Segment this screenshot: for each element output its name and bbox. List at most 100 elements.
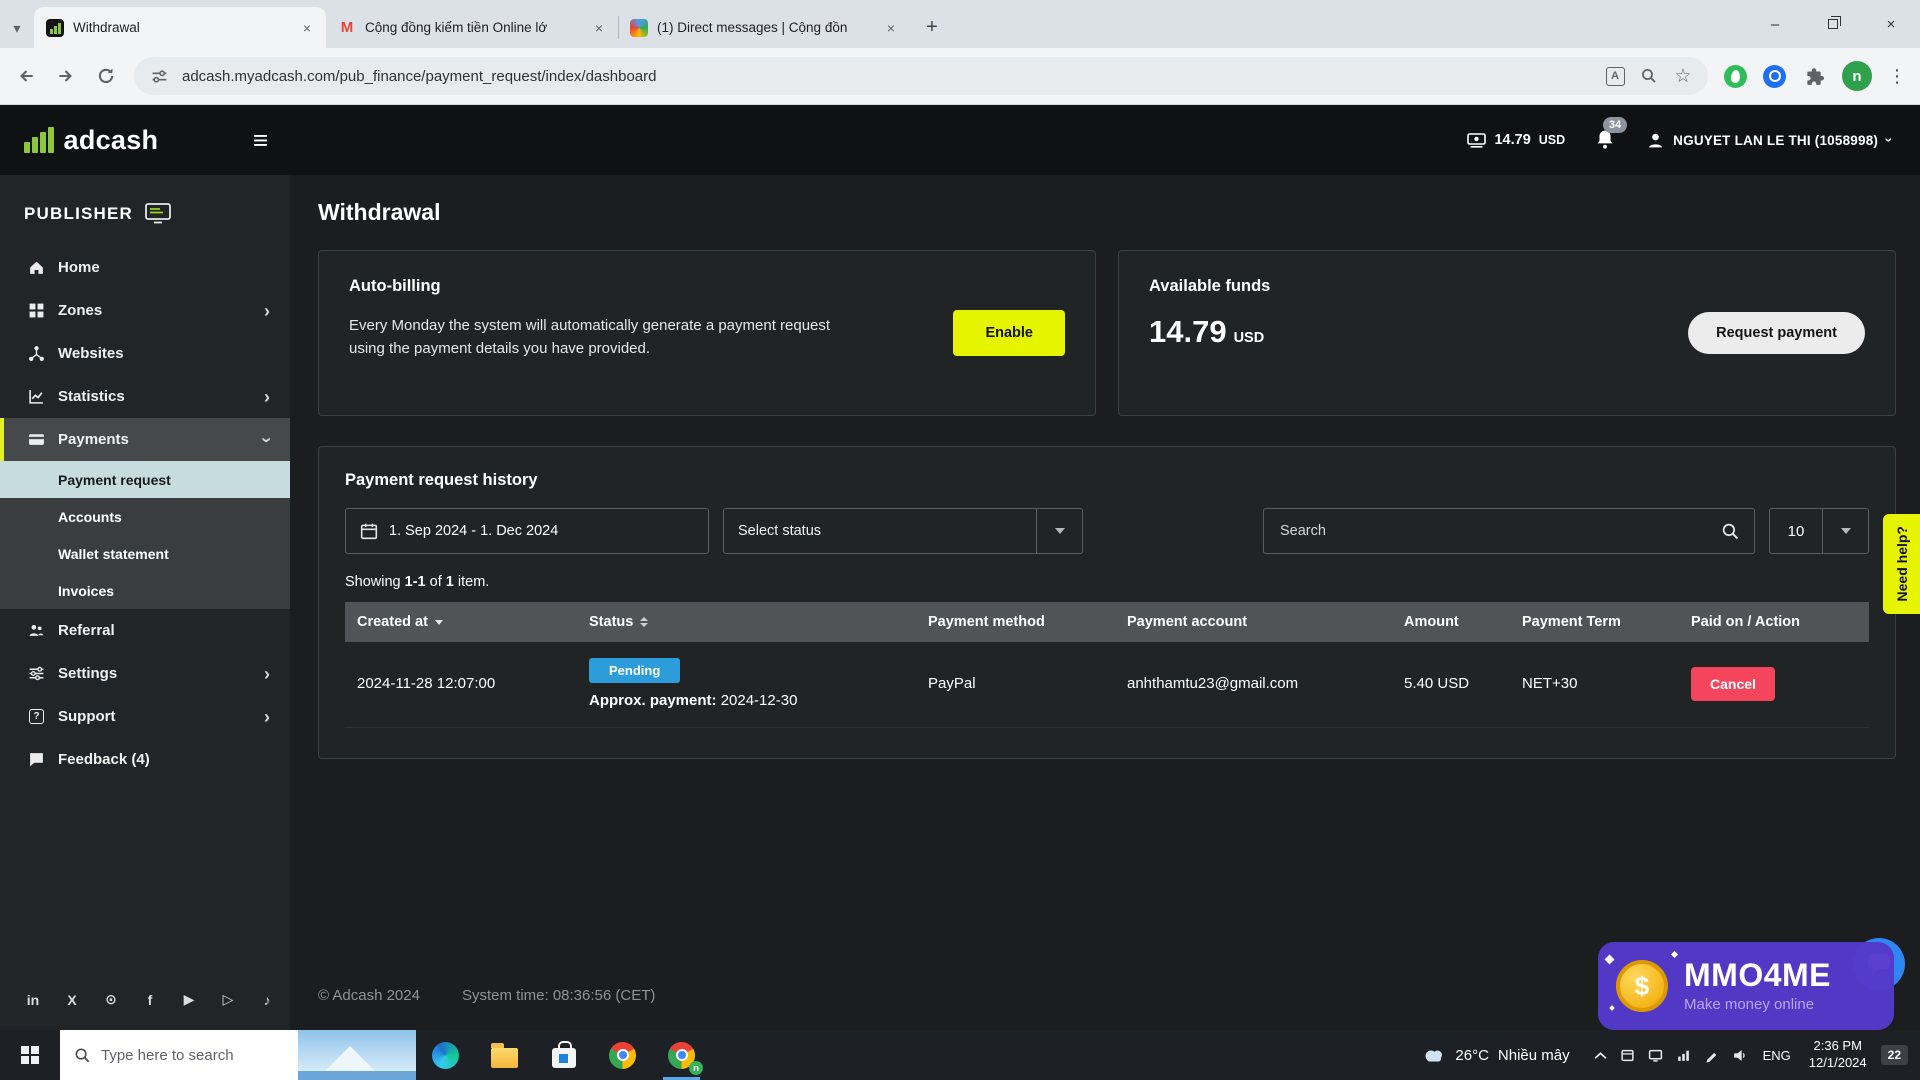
websites-icon (28, 345, 45, 362)
browser-menu-icon[interactable]: ⋮ (1888, 66, 1906, 87)
sidebar-item-settings[interactable]: Settings › (0, 652, 290, 695)
forward-icon[interactable] (54, 64, 78, 88)
referral-icon (28, 622, 45, 639)
date-range-picker[interactable]: 1. Sep 2024 - 1. Dec 2024 (345, 508, 709, 554)
network-signal-icon[interactable] (1676, 1048, 1691, 1063)
new-tab-button[interactable]: + (916, 11, 948, 43)
site-settings-icon[interactable] (148, 65, 170, 87)
footer: © Adcash 2024 System time: 08:36:56 (CET… (318, 987, 655, 1004)
snip-tool-icon[interactable] (1620, 1048, 1635, 1063)
reload-icon[interactable] (94, 64, 118, 88)
window-close-button[interactable]: × (1862, 0, 1920, 48)
tray-chevron-up-icon[interactable] (1594, 1051, 1607, 1060)
column-header-status[interactable]: Status (577, 614, 916, 630)
sidebar-item-statistics[interactable]: Statistics › (0, 375, 290, 418)
status-select[interactable]: Select status (723, 508, 1083, 554)
translate-icon[interactable]: A (1604, 65, 1626, 87)
tab-search-icon[interactable]: ▾ (0, 8, 34, 48)
instagram-icon[interactable]: ⊙ (104, 991, 118, 1008)
sidebar-item-feedback[interactable]: Feedback (4) (0, 738, 290, 781)
tab-direct-messages[interactable]: (1) Direct messages | Cộng đồn × (618, 7, 910, 48)
taskbar-app-chrome-profile[interactable]: n (652, 1030, 711, 1080)
wallet-icon (1467, 133, 1486, 148)
brand-name[interactable]: adcash (64, 125, 159, 156)
sidebar-subitem-invoices[interactable]: Invoices (0, 572, 290, 609)
taskbar-weather[interactable]: 26°C Nhiều mây (1406, 1047, 1585, 1064)
window-minimize-button[interactable]: – (1746, 0, 1804, 48)
telegram-icon[interactable]: ▷ (221, 991, 235, 1008)
sidebar-subitem-accounts[interactable]: Accounts (0, 498, 290, 535)
x-icon[interactable]: X (65, 992, 79, 1008)
taskbar-clock[interactable]: 2:36 PM 12/1/2024 (1799, 1038, 1877, 1072)
language-indicator[interactable]: ENG (1755, 1048, 1799, 1063)
sidebar-item-support[interactable]: ? Support › (0, 695, 290, 738)
sidebar-subitem-wallet-statement[interactable]: Wallet statement (0, 535, 290, 572)
zoom-icon[interactable] (1638, 65, 1660, 87)
sidebar-item-zones[interactable]: Zones › (0, 289, 290, 332)
support-icon: ? (28, 708, 45, 725)
column-header-payment-method: Payment method (916, 614, 1115, 630)
taskbar-app-explorer[interactable] (475, 1030, 534, 1080)
taskbar-search-placeholder: Type here to search (101, 1047, 234, 1064)
cards-row: Auto-billing Every Monday the system wil… (318, 250, 1896, 416)
search-input[interactable] (1278, 522, 1713, 540)
auto-billing-title: Auto-billing (349, 277, 953, 296)
forum-favicon (630, 19, 648, 37)
speaker-icon[interactable] (1732, 1048, 1747, 1063)
page-title: Withdrawal (318, 199, 1896, 226)
linkedin-icon[interactable]: in (26, 992, 40, 1008)
sidebar-item-payments[interactable]: Payments › (0, 418, 290, 461)
taskbar-search[interactable]: Type here to search (60, 1030, 416, 1080)
system-time-text: System time: 08:36:56 (CET) (462, 987, 655, 1004)
action-center-badge[interactable]: 22 (1881, 1045, 1908, 1065)
sidebar-item-referral[interactable]: Referral (0, 609, 290, 652)
taskbar-app-store[interactable] (534, 1030, 593, 1080)
taskbar-app-edge[interactable] (416, 1030, 475, 1080)
history-title: Payment request history (345, 471, 1869, 490)
back-icon[interactable] (14, 64, 38, 88)
auto-billing-description: Every Monday the system will automatical… (349, 314, 849, 361)
extension-icon-blue[interactable] (1763, 65, 1786, 88)
search-highlight-image[interactable] (298, 1030, 416, 1080)
tab-close-icon[interactable]: × (882, 19, 900, 37)
sidebar-item-websites[interactable]: Websites (0, 332, 290, 375)
hamburger-menu-icon[interactable]: ≡ (253, 127, 268, 153)
tab-title: (1) Direct messages | Cộng đồn (657, 20, 873, 35)
sidebar-subitem-payment-request[interactable]: Payment request (0, 461, 290, 498)
bookmark-star-icon[interactable]: ☆ (1672, 65, 1694, 87)
notifications-bell[interactable]: 34 (1595, 129, 1617, 151)
url-text[interactable]: adcash.myadcash.com/pub_finance/payment_… (182, 68, 1592, 85)
taskbar-app-chrome[interactable] (593, 1030, 652, 1080)
browser-profile-avatar[interactable]: n (1842, 61, 1872, 91)
start-button[interactable] (0, 1030, 60, 1080)
tab-close-icon[interactable]: × (298, 19, 316, 37)
available-funds-amount: 14.79USD (1149, 314, 1688, 350)
cell-action: Cancel (1679, 667, 1869, 701)
pen-icon[interactable] (1704, 1048, 1719, 1063)
search-icon[interactable] (1721, 522, 1740, 541)
windows-logo-icon (21, 1046, 39, 1064)
facebook-icon[interactable]: f (143, 992, 157, 1008)
user-menu[interactable]: NGUYET LAN LE THI (1058998) › (1647, 132, 1892, 149)
need-help-tab[interactable]: Need help? (1883, 514, 1920, 614)
column-header-created-at[interactable]: Created at (345, 614, 577, 630)
statistics-icon (28, 388, 45, 405)
sidebar-item-home[interactable]: Home (0, 246, 290, 289)
cancel-button[interactable]: Cancel (1691, 667, 1775, 701)
window-restore-button[interactable] (1804, 0, 1862, 48)
enable-button[interactable]: Enable (953, 310, 1065, 356)
address-bar[interactable]: adcash.myadcash.com/pub_finance/payment_… (134, 57, 1708, 95)
request-payment-button[interactable]: Request payment (1688, 312, 1865, 354)
page-size-select[interactable]: 10 (1769, 508, 1869, 554)
tab-gmail[interactable]: M Cộng đồng kiếm tiền Online lớ × (326, 7, 618, 48)
copyright-text: © Adcash 2024 (318, 987, 420, 1004)
extensions-puzzle-icon[interactable] (1802, 64, 1826, 88)
header-balance[interactable]: 14.79 USD (1467, 132, 1565, 148)
tiktok-icon[interactable]: ♪ (260, 992, 274, 1008)
tab-withdrawal[interactable]: Withdrawal × (34, 7, 326, 48)
extension-icon-green[interactable] (1724, 65, 1747, 88)
adcash-logo-icon[interactable] (24, 127, 54, 153)
tab-close-icon[interactable]: × (590, 19, 608, 37)
youtube-icon[interactable]: ▶ (182, 991, 196, 1008)
display-icon[interactable] (1648, 1048, 1663, 1063)
